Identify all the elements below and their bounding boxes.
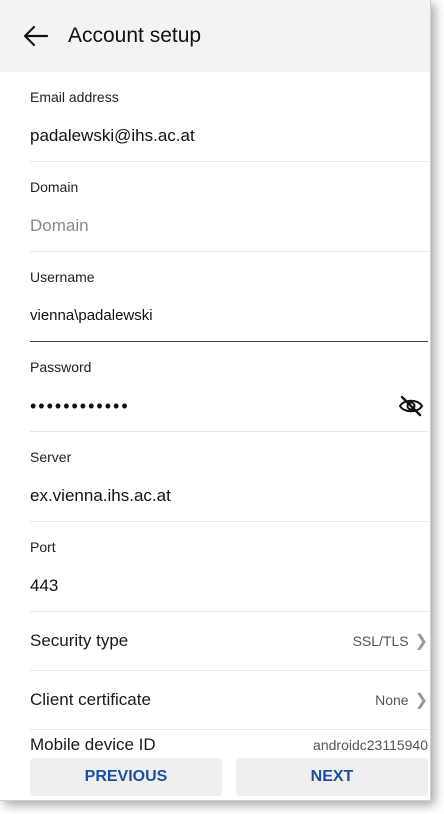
server-input[interactable]: ex.vienna.ihs.ac.at <box>30 471 428 521</box>
password-input[interactable]: •••••••••••• <box>30 381 428 431</box>
server-label: Server <box>30 449 72 465</box>
password-label: Password <box>30 359 92 375</box>
mobile-device-id-row: Mobile device ID androidc23115940 <box>30 735 428 755</box>
previous-button[interactable]: PREVIOUS <box>30 758 222 796</box>
domain-field[interactable]: Domain Domain <box>30 162 428 252</box>
security-type-value: SSL/TLS <box>352 633 409 649</box>
app-bar: Account setup <box>0 0 430 72</box>
chevron-right-icon: ❯ <box>414 692 428 709</box>
client-certificate-label: Client certificate <box>30 690 151 709</box>
chevron-right-icon: ❯ <box>414 633 428 650</box>
form: Email address padalewski@ihs.ac.at Domai… <box>0 72 430 730</box>
username-label: Username <box>30 269 95 285</box>
visibility-off-icon[interactable] <box>398 393 424 419</box>
mobile-device-id-value: androidc23115940 <box>313 737 428 753</box>
mobile-device-id-label: Mobile device ID <box>30 735 156 754</box>
domain-label: Domain <box>30 179 79 195</box>
domain-input[interactable]: Domain <box>30 201 428 251</box>
username-field[interactable]: Username vienna\padalewski <box>30 252 428 342</box>
server-field[interactable]: Server ex.vienna.ihs.ac.at <box>30 432 428 522</box>
next-button[interactable]: NEXT <box>236 758 428 796</box>
password-field[interactable]: Password •••••••••••• <box>30 342 428 432</box>
username-input[interactable]: vienna\padalewski <box>30 291 428 341</box>
account-setup-screen: Account setup Email address padalewski@i… <box>0 0 431 801</box>
email-input[interactable]: padalewski@ihs.ac.at <box>30 111 428 161</box>
security-type-label: Security type <box>30 631 129 650</box>
security-type-row[interactable]: Security type SSL/TLS ❯ <box>30 612 428 671</box>
email-field[interactable]: Email address padalewski@ihs.ac.at <box>30 72 428 162</box>
client-certificate-value: None <box>375 692 409 708</box>
port-input[interactable]: 443 <box>30 561 428 611</box>
client-certificate-row[interactable]: Client certificate None ❯ <box>30 671 428 730</box>
port-label: Port <box>30 539 56 555</box>
port-field[interactable]: Port 443 <box>30 522 428 612</box>
back-arrow-icon[interactable] <box>18 18 54 54</box>
bottom-buttons: PREVIOUS NEXT <box>30 758 428 796</box>
email-label: Email address <box>30 89 119 105</box>
page-title: Account setup <box>68 24 202 47</box>
